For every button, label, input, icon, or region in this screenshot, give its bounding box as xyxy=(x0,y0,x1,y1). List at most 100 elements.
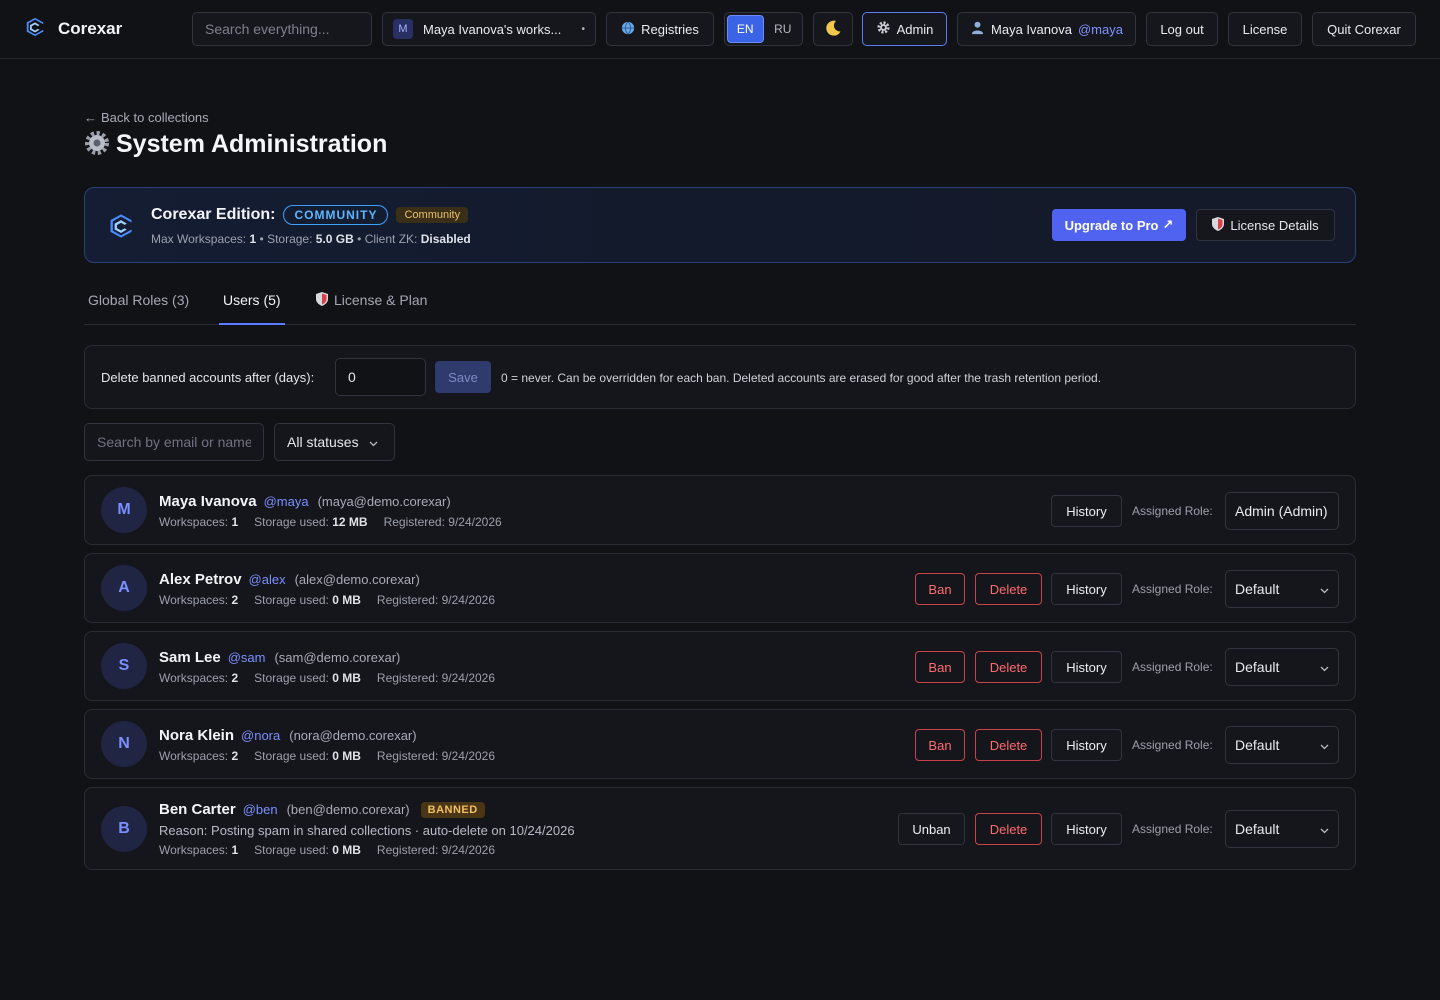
user-stats: Workspaces: 1 Storage used: 12 MB Regist… xyxy=(159,515,502,529)
history-button[interactable]: History xyxy=(1051,729,1122,761)
delete-button[interactable]: Delete xyxy=(975,651,1042,683)
user-identity: Ben Carter @ben (ben@demo.corexar) BANNE… xyxy=(159,801,485,818)
global-search[interactable] xyxy=(192,12,372,46)
tab-license-plan[interactable]: License & Plan xyxy=(316,292,427,325)
edition-limits: Max Workspaces: 1 • Storage: 5.0 GB • Cl… xyxy=(151,232,471,246)
user-identity: Nora Klein @nora (nora@demo.corexar) xyxy=(159,727,417,744)
role-select-value: Default xyxy=(1235,737,1280,753)
avatar: S xyxy=(101,643,147,689)
corexar-logo-icon xyxy=(107,212,135,243)
tier-badge: Community xyxy=(396,207,469,223)
external-link-icon: ↗ xyxy=(1162,217,1174,232)
ban-button[interactable]: Ban xyxy=(915,573,965,605)
user-handle: @ben xyxy=(242,802,278,817)
history-button[interactable]: History xyxy=(1051,651,1122,683)
brand[interactable]: Corexar xyxy=(24,16,122,41)
workspace-switcher[interactable]: M Maya Ivanova's works... • xyxy=(382,12,596,46)
registered-label: Registered: xyxy=(376,671,439,685)
registered-label: Registered: xyxy=(376,593,439,607)
user-name: Ben Carter xyxy=(159,801,236,818)
license-button[interactable]: License xyxy=(1228,12,1302,46)
back-label: Back to collections xyxy=(101,110,209,125)
assigned-role-label: Assigned Role: xyxy=(1132,822,1213,836)
storage-label: Storage: xyxy=(267,232,313,246)
role-select-value: Default xyxy=(1235,581,1280,597)
storage-value: 12 MB xyxy=(332,515,368,529)
user-identity: Maya Ivanova @maya (maya@demo.corexar) xyxy=(159,493,451,510)
role-display: Admin (Admin) xyxy=(1225,492,1339,530)
tab-license-label: License & Plan xyxy=(334,292,428,308)
user-row: N Nora Klein @nora (nora@demo.corexar) W… xyxy=(84,709,1356,779)
workspaces-label: Workspaces: xyxy=(159,843,229,857)
storage-value: 0 MB xyxy=(332,749,361,763)
admin-button[interactable]: Admin xyxy=(862,12,947,46)
user-handle: @alex xyxy=(248,572,286,587)
role-select[interactable]: Default xyxy=(1225,810,1339,848)
delete-button[interactable]: Delete xyxy=(975,729,1042,761)
user-stats: Workspaces: 2 Storage used: 0 MB Registe… xyxy=(159,671,495,685)
history-button[interactable]: History xyxy=(1051,573,1122,605)
lang-ru-button[interactable]: RU xyxy=(766,15,801,43)
ban-button[interactable]: Ban xyxy=(915,651,965,683)
license-details-button[interactable]: License Details xyxy=(1196,209,1335,241)
history-button[interactable]: History xyxy=(1051,495,1122,527)
storage-value: 0 MB xyxy=(332,593,361,607)
tab-users[interactable]: Users (5) xyxy=(219,292,285,325)
retention-save-button[interactable]: Save xyxy=(435,361,491,393)
user-email: (sam@demo.corexar) xyxy=(274,650,401,665)
workspaces-value: 1 xyxy=(231,515,239,529)
user-stats: Workspaces: 1 Storage used: 0 MB Registe… xyxy=(159,843,495,857)
user-icon xyxy=(970,20,985,38)
user-name: Maya Ivanova xyxy=(991,21,1072,37)
upgrade-label: Upgrade to Pro xyxy=(1064,217,1159,233)
role-select-value: Default xyxy=(1235,821,1280,837)
history-button[interactable]: History xyxy=(1051,813,1122,845)
user-search[interactable] xyxy=(84,423,264,461)
workspaces-label: Workspaces: xyxy=(159,593,229,607)
retention-settings: Delete banned accounts after (days): Sav… xyxy=(84,345,1356,409)
theme-toggle[interactable] xyxy=(813,12,853,46)
delete-button[interactable]: Delete xyxy=(975,573,1042,605)
user-row: S Sam Lee @sam (sam@demo.corexar) Worksp… xyxy=(84,631,1356,701)
user-name: Alex Petrov xyxy=(159,571,242,588)
logout-button[interactable]: Log out xyxy=(1146,12,1218,46)
workspaces-label: Workspaces: xyxy=(159,515,229,529)
ban-button[interactable]: Ban xyxy=(915,729,965,761)
user-name: Nora Klein xyxy=(159,727,235,744)
role-select[interactable]: Default xyxy=(1225,570,1339,608)
user-name: Sam Lee xyxy=(159,649,221,666)
user-menu[interactable]: Maya Ivanova @maya xyxy=(957,12,1136,46)
registries-button[interactable]: Registries xyxy=(606,12,714,46)
unban-button[interactable]: Unban xyxy=(898,813,965,845)
user-email: (maya@demo.corexar) xyxy=(317,494,451,509)
globe-icon xyxy=(621,21,635,38)
tab-global-roles[interactable]: Global Roles (3) xyxy=(88,292,189,325)
chevron-down-icon xyxy=(1320,581,1329,597)
retention-days-input[interactable] xyxy=(335,358,426,396)
quit-button[interactable]: Quit Corexar xyxy=(1312,12,1416,46)
registered-value: 9/24/2026 xyxy=(441,843,496,857)
delete-button[interactable]: Delete xyxy=(975,813,1042,845)
role-select[interactable]: Default xyxy=(1225,726,1339,764)
moon-icon xyxy=(824,19,842,40)
user-identity: Sam Lee @sam (sam@demo.corexar) xyxy=(159,649,400,666)
role-select[interactable]: Default xyxy=(1225,648,1339,686)
language-switcher: EN RU xyxy=(724,12,803,46)
top-bar: Corexar M Maya Ivanova's works... • Regi… xyxy=(0,0,1440,59)
user-stats: Workspaces: 2 Storage used: 0 MB Registe… xyxy=(159,749,495,763)
user-name: Maya Ivanova xyxy=(159,493,257,510)
edition-badge: COMMUNITY xyxy=(283,205,389,225)
arrow-left-icon: ← xyxy=(84,110,97,125)
upgrade-button[interactable]: Upgrade to Pro ↗ xyxy=(1052,209,1186,241)
back-link[interactable]: ← Back to collections xyxy=(84,110,209,125)
user-email: (ben@demo.corexar) xyxy=(286,802,410,817)
status-filter[interactable]: All statuses xyxy=(274,423,395,461)
global-search-input[interactable] xyxy=(205,21,359,37)
gear-icon xyxy=(876,20,891,38)
storage-value: 0 MB xyxy=(332,843,361,857)
user-search-input[interactable] xyxy=(97,424,251,460)
banned-badge: BANNED xyxy=(420,801,485,818)
edition-header: Corexar Edition: COMMUNITY Community xyxy=(151,205,469,225)
registered-value: 9/24/2026 xyxy=(441,749,496,763)
lang-en-button[interactable]: EN xyxy=(727,15,764,43)
